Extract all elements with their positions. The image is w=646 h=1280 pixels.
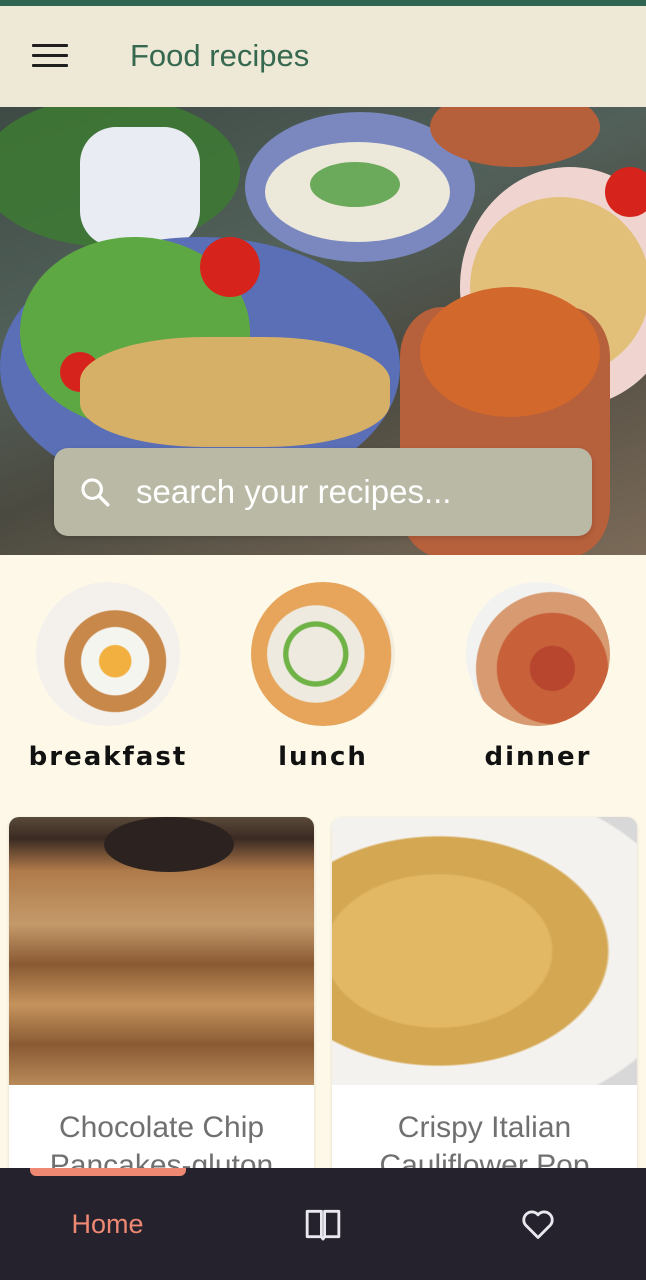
category-breakfast-image <box>36 582 180 726</box>
recipe-image <box>9 817 314 1085</box>
nav-favorites[interactable] <box>430 1168 646 1280</box>
app-bar: Food recipes <box>0 6 646 107</box>
bottom-navigation: Home <box>0 1168 646 1280</box>
nav-home-label: Home <box>71 1208 144 1239</box>
app-title: Food recipes <box>130 38 310 73</box>
heart-icon <box>522 1210 554 1239</box>
recipe-card[interactable]: Crispy Italian Cauliflower Pop <box>332 817 637 1197</box>
category-label: lunch <box>278 742 368 772</box>
category-label: breakfast <box>28 742 188 772</box>
recipe-card[interactable]: Chocolate Chip Pancakes-gluton <box>9 817 314 1197</box>
nav-recipes[interactable] <box>215 1168 430 1280</box>
category-list: breakfast lunch dinner <box>0 582 646 782</box>
category-lunch[interactable]: lunch <box>233 582 413 772</box>
hamburger-menu-icon[interactable] <box>32 44 68 70</box>
search-input[interactable] <box>136 473 576 511</box>
category-dinner-image <box>466 582 610 726</box>
recipe-image <box>332 817 637 1085</box>
category-label: dinner <box>484 742 592 772</box>
search-icon <box>81 478 110 507</box>
book-icon <box>305 1209 340 1241</box>
category-dinner[interactable]: dinner <box>448 582 628 772</box>
category-lunch-image <box>251 582 395 726</box>
search-bar[interactable] <box>54 448 592 536</box>
category-breakfast[interactable]: breakfast <box>18 582 198 772</box>
nav-home[interactable]: Home <box>0 1168 215 1280</box>
